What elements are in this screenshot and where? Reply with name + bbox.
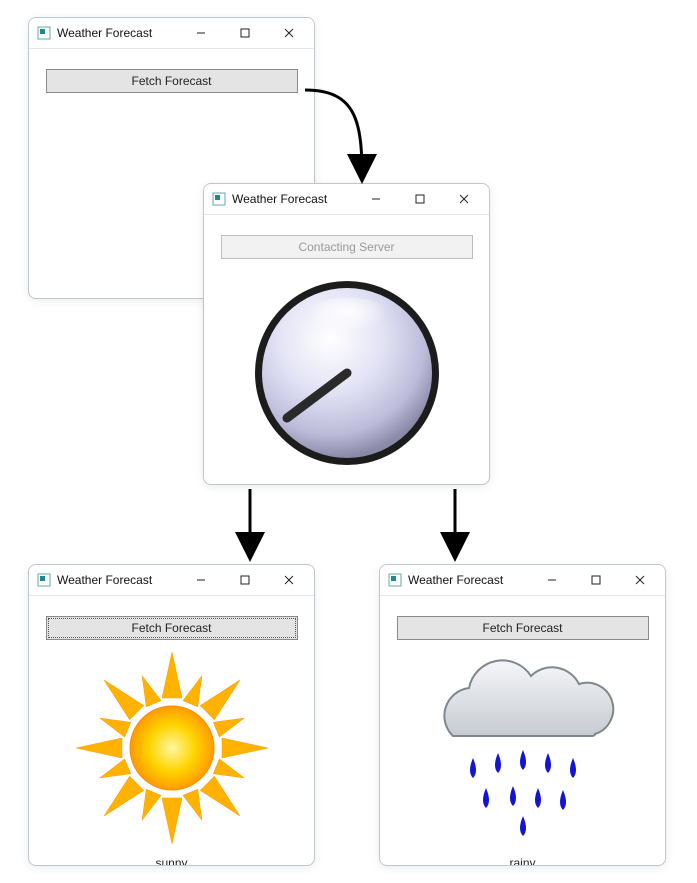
maximize-icon[interactable]	[583, 569, 609, 591]
window-result-sunny: Weather Forecast Fetch Forecast	[28, 564, 315, 866]
titlebar: Weather Forecast	[380, 565, 665, 596]
fetch-forecast-button[interactable]: Fetch Forecast	[397, 616, 649, 640]
window-title: Weather Forecast	[57, 26, 152, 40]
app-icon	[37, 573, 51, 587]
flow-arrow-loading-to-sunny	[235, 487, 265, 565]
app-icon	[37, 26, 51, 40]
app-icon	[212, 192, 226, 206]
window-title: Weather Forecast	[57, 573, 152, 587]
clock-spinner-icon	[247, 273, 447, 476]
client-area: Fetch Forecast	[29, 596, 314, 866]
client-area: Contacting Server	[204, 215, 489, 485]
window-controls	[539, 569, 659, 591]
app-icon	[388, 573, 402, 587]
rain-cloud-icon	[418, 648, 628, 851]
close-icon[interactable]	[627, 569, 653, 591]
maximize-icon[interactable]	[232, 569, 258, 591]
minimize-icon[interactable]	[188, 22, 214, 44]
minimize-icon[interactable]	[188, 569, 214, 591]
window-result-rainy: Weather Forecast Fetch Forecast	[379, 564, 666, 866]
window-controls	[188, 569, 308, 591]
fetch-forecast-button[interactable]: Fetch Forecast	[46, 69, 298, 93]
sun-icon	[72, 648, 272, 851]
maximize-icon[interactable]	[407, 188, 433, 210]
spinner-area	[218, 269, 475, 479]
window-title: Weather Forecast	[232, 192, 327, 206]
flow-arrow-initial-to-loading	[300, 80, 420, 200]
fetch-forecast-button[interactable]: Fetch Forecast	[46, 616, 298, 640]
window-loading: Weather Forecast Contacting Server	[203, 183, 490, 485]
titlebar: Weather Forecast	[29, 18, 314, 49]
forecast-image	[394, 644, 651, 854]
close-icon[interactable]	[276, 569, 302, 591]
close-icon[interactable]	[451, 188, 477, 210]
close-icon[interactable]	[276, 22, 302, 44]
flow-arrow-loading-to-rainy	[440, 487, 470, 565]
contacting-server-status: Contacting Server	[221, 235, 473, 259]
maximize-icon[interactable]	[232, 22, 258, 44]
titlebar: Weather Forecast	[29, 565, 314, 596]
forecast-caption: rainy	[394, 856, 651, 866]
minimize-icon[interactable]	[539, 569, 565, 591]
titlebar: Weather Forecast	[204, 184, 489, 215]
client-area: Fetch Forecast	[380, 596, 665, 866]
forecast-image	[43, 644, 300, 854]
minimize-icon[interactable]	[363, 188, 389, 210]
window-controls	[188, 22, 308, 44]
client-area: Fetch Forecast	[29, 49, 314, 107]
forecast-caption: sunny	[43, 856, 300, 866]
window-controls	[363, 188, 483, 210]
window-title: Weather Forecast	[408, 573, 503, 587]
